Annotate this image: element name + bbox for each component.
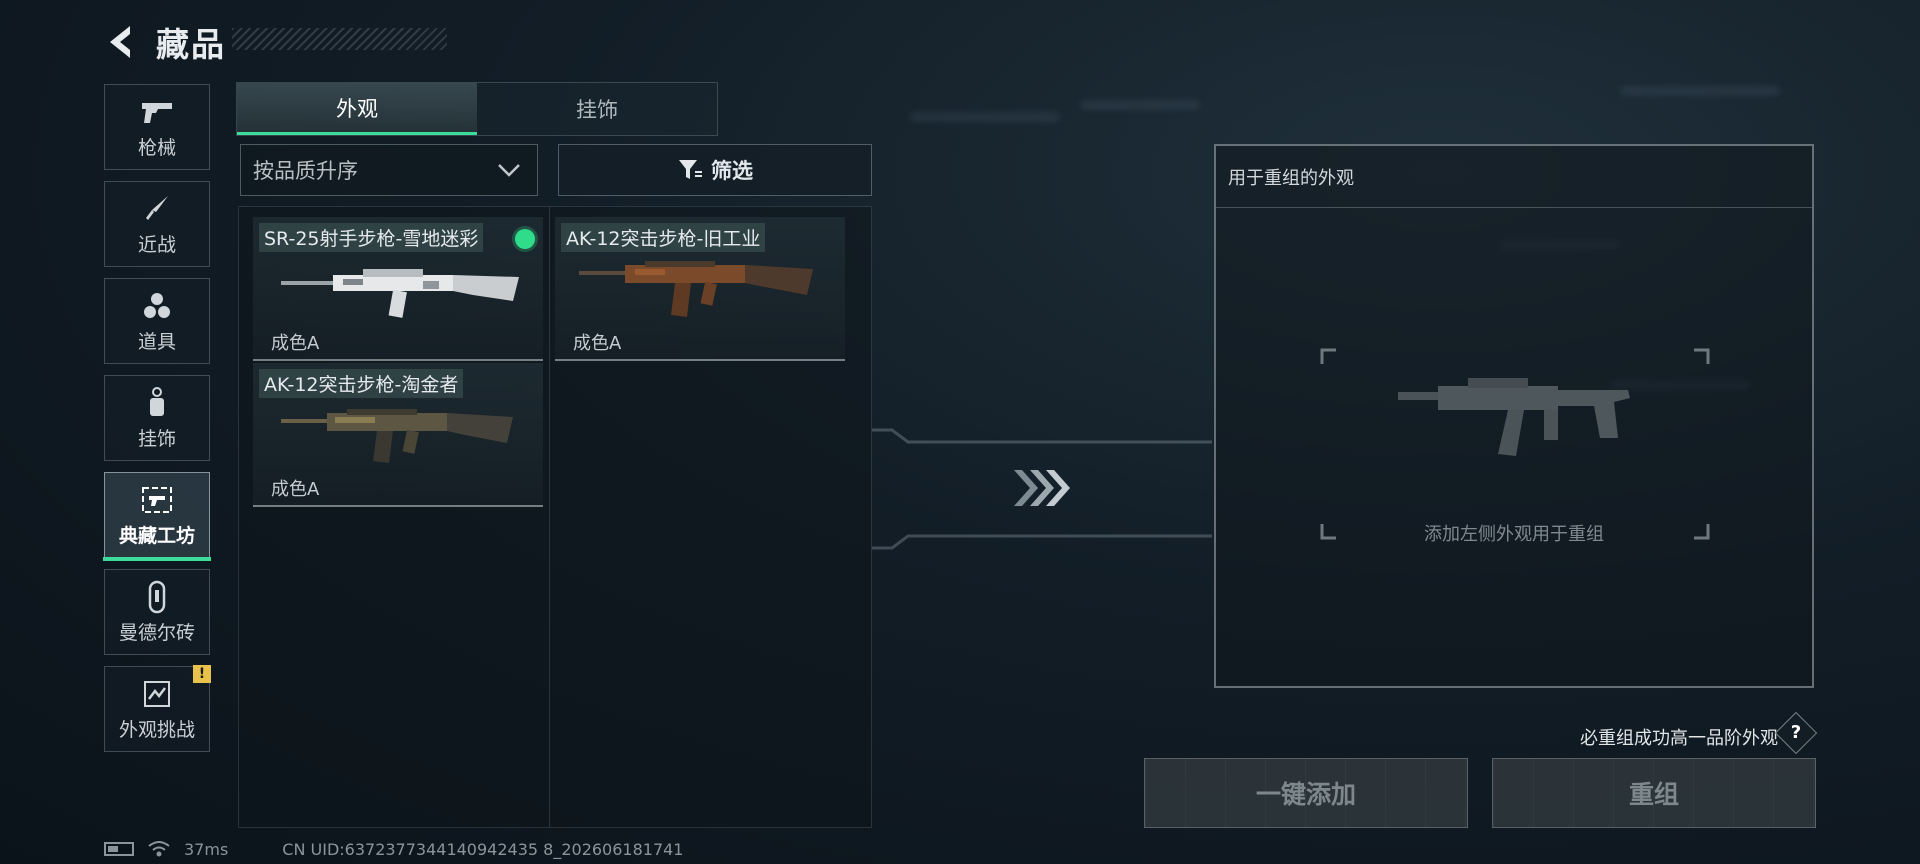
- assault-rifle-prospector-image: [281, 409, 513, 463]
- sidebar-item-tools[interactable]: 道具: [104, 278, 210, 364]
- background-streak: [1080, 100, 1200, 110]
- sidebar-item-mandel-brick[interactable]: 曼德尔砖: [104, 569, 210, 655]
- sort-dropdown[interactable]: 按品质升序: [240, 144, 538, 196]
- skin-name: AK-12突击步枪-淘金者: [259, 369, 464, 398]
- help-icon: ?: [1790, 722, 1802, 743]
- sniper-rifle-snow-camo-image: [281, 269, 519, 318]
- sidebar-item-label: 近战: [137, 233, 176, 256]
- filter-button[interactable]: 筛选: [558, 144, 872, 196]
- mandel-brick-icon: [140, 580, 174, 614]
- skin-name: AK-12突击步枪-旧工业: [561, 223, 766, 252]
- triple-chevron-icon: [1014, 470, 1070, 506]
- background-streak: [1620, 86, 1780, 96]
- knife-icon: [140, 192, 174, 226]
- background-streak: [910, 112, 1060, 122]
- condition-label: 成色A: [573, 333, 622, 354]
- condition-label: 成色A: [271, 333, 320, 354]
- battery-icon: [104, 842, 134, 856]
- tab-appearance[interactable]: 外观: [237, 83, 477, 135]
- wifi-icon: [148, 841, 170, 857]
- column-divider: [549, 207, 550, 827]
- sidebar-item-label: 挂饰: [137, 427, 176, 450]
- charm-icon: [140, 386, 174, 420]
- sidebar-item-label: 道具: [137, 330, 176, 353]
- recombine-hint: 添加左侧外观用于重组: [1424, 524, 1604, 545]
- recombine-button[interactable]: 重组: [1492, 758, 1816, 828]
- assault-rifle-old-industry-image: [579, 261, 813, 317]
- sidebar-item-label: 枪械: [137, 136, 176, 159]
- sidebar-item-melee[interactable]: 近战: [104, 181, 210, 267]
- pistol-icon: [140, 95, 174, 129]
- condition-label: 成色A: [271, 479, 320, 500]
- back-arrow-icon[interactable]: [100, 20, 144, 64]
- skin-name: SR-25射手步枪-雪地迷彩: [259, 223, 484, 252]
- sidebar-item-label: 典藏工坊: [118, 524, 195, 547]
- recombine-panel: 用于重组的外观 添加左侧外观用于重组: [1214, 144, 1814, 688]
- page-title: 藏品: [156, 25, 226, 64]
- warning-badge: !: [193, 665, 211, 683]
- recombine-header: 用于重组的外观: [1216, 146, 1812, 208]
- sort-selected-value: 按品质升序: [253, 159, 358, 183]
- user-id-text: CN UID:6372377344140942435 8_20260618174…: [282, 839, 684, 859]
- recombine-label: 重组: [1628, 780, 1679, 809]
- filter-label: 筛选: [711, 159, 753, 183]
- skin-card[interactable]: AK-12突击步枪-旧工业 成色A: [555, 217, 845, 361]
- sidebar-item-label: 外观挑战: [118, 718, 195, 741]
- skin-list: SR-25射手步枪-雪地迷彩 成色A AK-12突击步枪-旧工业 成色A AK-…: [238, 206, 872, 828]
- sidebar-item-challenge[interactable]: ! 外观挑战: [104, 665, 211, 752]
- latency-text: 37ms: [184, 839, 229, 859]
- selected-indicator: [515, 229, 535, 249]
- help-button[interactable]: ?: [1774, 711, 1818, 755]
- title-decoration: [232, 28, 447, 50]
- skin-card[interactable]: AK-12突击步枪-淘金者 成色A: [253, 363, 543, 507]
- sidebar-item-guns[interactable]: 枪械: [104, 84, 210, 170]
- chevron-down-icon: [498, 164, 520, 177]
- skin-card[interactable]: SR-25射手步枪-雪地迷彩 成色A: [253, 217, 543, 361]
- sidebar-item-label: 曼德尔砖: [118, 621, 195, 644]
- sidebar-item-charms[interactable]: 挂饰: [104, 375, 210, 461]
- add-all-label: 一键添加: [1255, 780, 1356, 809]
- recombine-note: 必重组成功高一品阶外观: [1580, 728, 1778, 749]
- challenge-icon: [140, 677, 174, 711]
- rifle-placeholder-icon[interactable]: [1318, 346, 1712, 542]
- workshop-icon: [140, 483, 174, 517]
- category-tabs: 外观 挂饰: [236, 82, 718, 136]
- status-bar: 37ms CN UID:6372377344140942435 8_202606…: [104, 834, 683, 864]
- add-all-button[interactable]: 一键添加: [1144, 758, 1468, 828]
- grenade-cluster-icon: [140, 289, 174, 323]
- tab-charms[interactable]: 挂饰: [477, 83, 717, 135]
- sidebar-item-workshop[interactable]: 典藏工坊: [103, 472, 211, 561]
- filter-icon: [679, 160, 702, 179]
